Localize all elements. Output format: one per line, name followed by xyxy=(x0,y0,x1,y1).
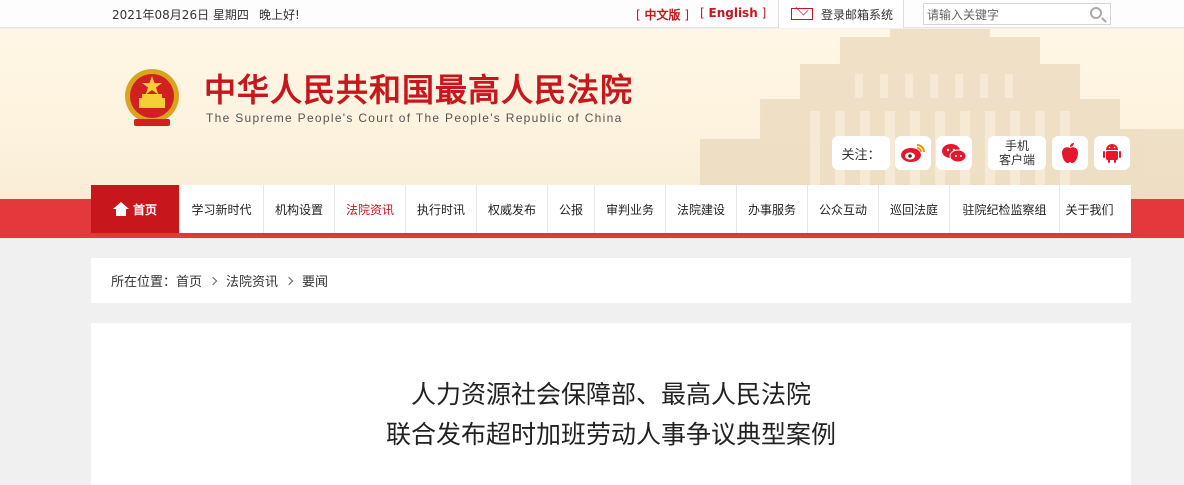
nav-item-execution-news[interactable]: 执行时讯 xyxy=(406,185,477,233)
mail-icon xyxy=(791,8,813,20)
nav-item-releases[interactable]: 权威发布 xyxy=(477,185,548,233)
android-app-button[interactable] xyxy=(1094,136,1130,170)
wechat-icon xyxy=(942,144,967,163)
follow-label: 关注： xyxy=(832,136,890,170)
article-title: 人力资源社会保障部、最高人民法院 联合发布超时加班劳动人事争议典型案例 xyxy=(91,375,1131,455)
breadcrumb-home-link[interactable]: 首页 xyxy=(176,271,202,290)
nav-item-services[interactable]: 办事服务 xyxy=(737,185,808,233)
nav-item-label: 首页 xyxy=(132,202,157,217)
article-title-line-1: 人力资源社会保障部、最高人民法院 xyxy=(410,380,811,409)
mobile-client-label-2: 客户端 xyxy=(998,153,1035,167)
current-date: 2021年08月26日 星期四 xyxy=(112,8,249,22)
nav-item-circuit-courts[interactable]: 巡回法庭 xyxy=(879,185,950,233)
site-header: 中华人民共和国最高人民法院 The Supreme People's Court… xyxy=(0,29,1184,199)
nav-item-public-interaction[interactable]: 公众互动 xyxy=(808,185,879,233)
apple-icon xyxy=(1062,143,1078,163)
article-title-line-2: 联合发布超时加班劳动人事争议典型案例 xyxy=(385,420,836,449)
search-box xyxy=(923,3,1111,25)
nav-item-inspection-group[interactable]: 驻院纪检监察组 xyxy=(950,185,1060,233)
wechat-button[interactable] xyxy=(936,136,972,170)
nav-item-study[interactable]: 学习新时代 xyxy=(180,185,264,233)
nav-item-about-us[interactable]: 关于我们 xyxy=(1060,185,1119,233)
home-icon xyxy=(112,202,129,216)
national-emblem-icon xyxy=(125,69,179,126)
android-icon xyxy=(1103,144,1121,163)
top-bar: 2021年08月26日 星期四 晚上好! [ 中文版 ] [ English ]… xyxy=(0,0,1184,28)
mail-login-label: 登录邮箱系统 xyxy=(821,7,894,22)
mobile-client-label-1: 手机 xyxy=(1004,139,1029,153)
search-input[interactable] xyxy=(924,5,1084,25)
breadcrumb: 所在位置： 首页 法院资讯 要闻 xyxy=(91,258,1131,303)
breadcrumb-headlines-link[interactable]: 要闻 xyxy=(302,271,328,290)
search-icon[interactable] xyxy=(1090,7,1102,19)
site-subtitle: The Supreme People's Court of The People… xyxy=(206,111,623,125)
greeting-text: 晚上好! xyxy=(259,8,300,22)
article-panel: 人力资源社会保障部、最高人民法院 联合发布超时加班劳动人事争议典型案例 xyxy=(91,323,1131,485)
breadcrumb-court-news-link[interactable]: 法院资讯 xyxy=(226,271,278,290)
weibo-icon xyxy=(901,144,925,162)
nav-item-home[interactable]: 首页 xyxy=(91,185,180,233)
site-title: 中华人民共和国最高人民法院 xyxy=(204,71,634,109)
chevron-right-icon xyxy=(208,276,218,285)
main-nav: 首页 学习新时代 机构设置 法院资讯 执行时讯 权威发布 公报 审判业务 法院建… xyxy=(91,185,1131,233)
nav-item-organization[interactable]: 机构设置 xyxy=(264,185,335,233)
nav-item-trial-business[interactable]: 审判业务 xyxy=(595,185,666,233)
nav-item-gazette[interactable]: 公报 xyxy=(548,185,595,233)
nav-item-court-building[interactable]: 法院建设 xyxy=(666,185,737,233)
chevron-right-icon xyxy=(284,276,294,285)
court-building-image xyxy=(700,29,1184,199)
lang-english-link[interactable]: [ English ] xyxy=(700,6,766,20)
lang-chinese-link[interactable]: [ 中文版 ] xyxy=(636,6,689,23)
mail-login-button[interactable]: 登录邮箱系统 xyxy=(778,0,904,28)
breadcrumb-prefix: 所在位置： xyxy=(111,275,177,290)
mobile-client-button[interactable]: 手机 客户端 xyxy=(988,136,1046,170)
weibo-button[interactable] xyxy=(895,136,931,170)
apple-app-button[interactable] xyxy=(1052,136,1088,170)
nav-item-court-news[interactable]: 法院资讯 xyxy=(335,185,406,233)
